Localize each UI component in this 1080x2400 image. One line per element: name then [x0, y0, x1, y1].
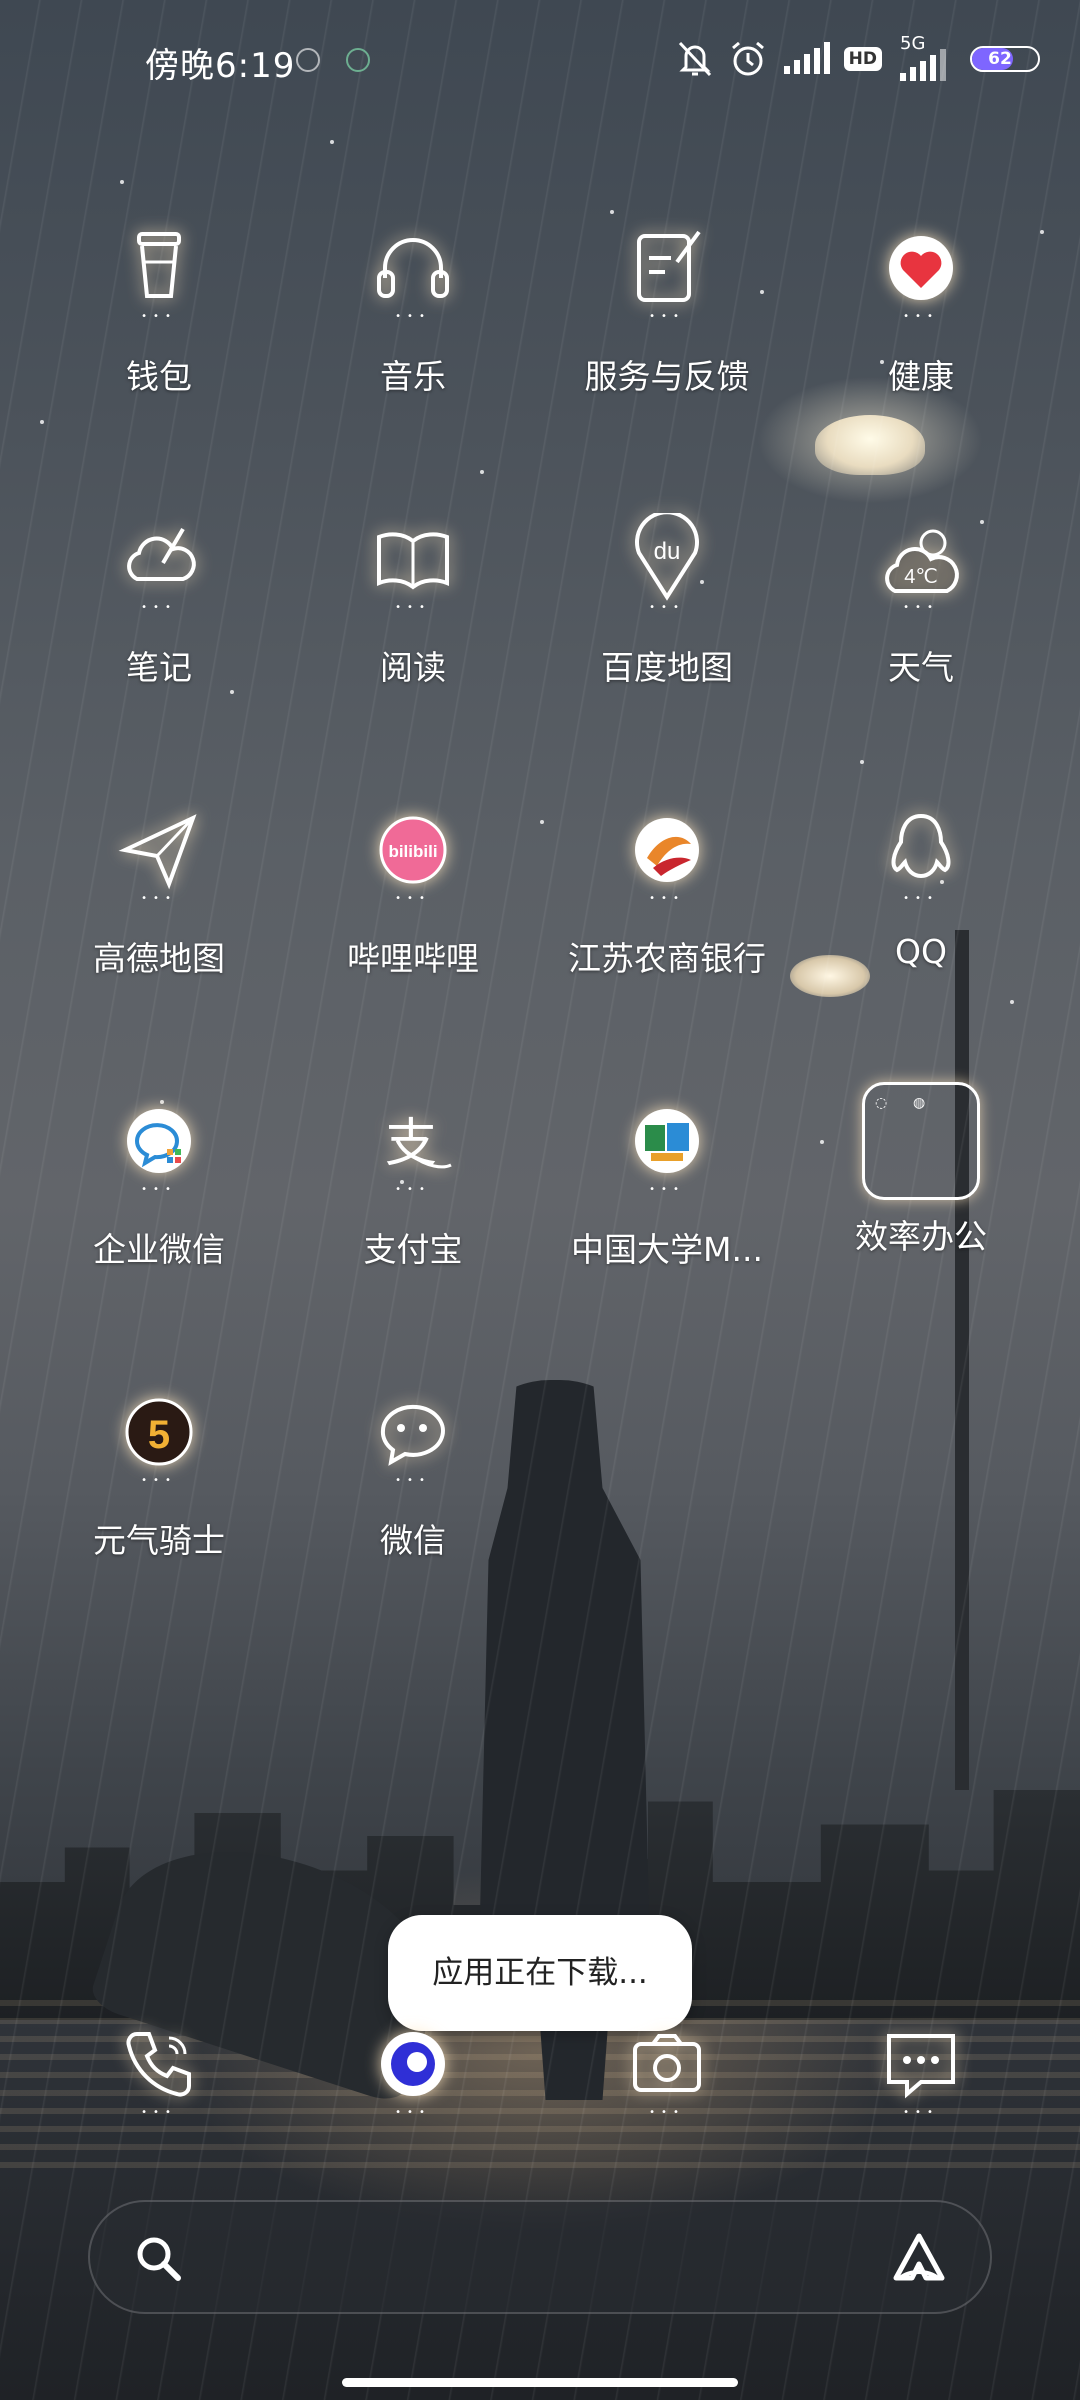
app-health[interactable]: ••• 健康	[794, 222, 1048, 398]
soul-knight-icon: 5	[113, 1386, 205, 1478]
headphones-icon	[367, 222, 459, 314]
app-wechat[interactable]: ••• 微信	[286, 1386, 540, 1562]
app-wecom[interactable]: ••• 企业微信	[32, 1095, 286, 1271]
app-notification-icon	[296, 48, 320, 72]
status-time: 傍晚6:19	[145, 46, 296, 86]
app-label: 健康	[888, 357, 954, 396]
app-label: 江苏农商银行	[568, 939, 766, 978]
folder-mini-app-icon-2: ◍	[913, 1095, 926, 1111]
dock-camera[interactable]: •••	[540, 2018, 794, 2120]
app-wallet[interactable]: ••• 钱包	[32, 222, 286, 398]
app-label: 高德地图	[93, 939, 225, 978]
mute-bell-icon	[676, 39, 714, 79]
app-notes[interactable]: ••• 笔记	[32, 513, 286, 689]
app-label: 天气	[888, 648, 954, 687]
phone-icon	[113, 2018, 205, 2110]
wechat-icon	[367, 1386, 459, 1478]
notes-cloud-icon	[113, 513, 205, 605]
bilibili-icon: bilibili	[367, 804, 459, 896]
dock-messages[interactable]: •••	[794, 2018, 1048, 2120]
folder-icon: ◌ ◍	[862, 1082, 980, 1200]
weather-icon: 4℃	[875, 513, 967, 605]
feedback-icon	[621, 222, 713, 314]
app-label: 支付宝	[363, 1230, 463, 1269]
app-label: 元气骑士	[93, 1521, 225, 1560]
app-label: 服务与反馈	[584, 357, 750, 396]
app-label: 企业微信	[93, 1230, 225, 1269]
battery-icon: 62	[970, 46, 1040, 72]
browser-icon	[367, 2018, 459, 2110]
camera-icon	[621, 2018, 713, 2110]
dock-phone[interactable]: •••	[32, 2018, 286, 2120]
app-weather[interactable]: 4℃ ••• 天气	[794, 513, 1048, 689]
bank-icon	[621, 804, 713, 896]
app-label: 笔记	[126, 648, 192, 687]
app-music[interactable]: ••• 音乐	[286, 222, 540, 398]
alipay-icon: 支	[367, 1095, 459, 1187]
app-jiangsu-bank[interactable]: ••• 江苏农商银行	[540, 804, 794, 980]
signal-icon	[782, 42, 830, 76]
app-label: 哔哩哔哩	[347, 939, 479, 978]
search-icon[interactable]	[132, 2232, 184, 2288]
mooc-icon	[621, 1095, 713, 1187]
paper-plane-icon	[113, 804, 205, 896]
book-icon	[367, 513, 459, 605]
baidu-badge: du	[654, 538, 681, 565]
app-amap[interactable]: ••• 高德地图	[32, 804, 286, 980]
wecom-icon	[113, 1095, 205, 1187]
home-indicator[interactable]	[342, 2378, 738, 2387]
download-toast: 应用正在下载...	[388, 1915, 692, 2031]
app-notification-icon-2	[346, 48, 370, 72]
assistant-icon[interactable]	[890, 2230, 948, 2290]
app-label: 音乐	[380, 357, 446, 396]
app-alipay[interactable]: 支 ••• 支付宝	[286, 1095, 540, 1271]
search-bar[interactable]	[88, 2200, 992, 2314]
signal-5g-icon: 5G	[896, 33, 956, 81]
app-service-feedback[interactable]: ••• 服务与反馈	[540, 222, 794, 398]
app-label: 效率办公	[855, 1217, 987, 1256]
heart-icon	[875, 222, 967, 314]
baidu-map-pin-icon: du	[621, 510, 713, 605]
app-bilibili[interactable]: bilibili ••• 哔哩哔哩	[286, 804, 540, 980]
status-bar: 傍晚6:19 HD 5G 62	[0, 0, 1080, 120]
hd-icon: HD	[843, 47, 882, 71]
bilibili-badge: bilibili	[388, 842, 437, 861]
app-label: 百度地图	[601, 648, 733, 687]
app-qq[interactable]: ••• QQ	[794, 804, 1048, 971]
dock-browser[interactable]: •••	[286, 2018, 540, 2120]
app-label: 微信	[380, 1521, 446, 1560]
app-label: QQ	[895, 932, 947, 971]
app-folder-efficiency[interactable]: ◌ ◍ 效率办公	[794, 1082, 1048, 1258]
alarm-icon	[728, 39, 768, 79]
battery-level: 62	[988, 49, 1012, 69]
folder-mini-app-icon: ◌	[875, 1095, 888, 1111]
folder-frame: ◌ ◍	[862, 1082, 980, 1200]
app-label: 中国大学M...	[571, 1230, 763, 1269]
messages-icon	[875, 2018, 967, 2110]
app-baidu-map[interactable]: du ••• 百度地图	[540, 510, 794, 689]
app-soul-knight[interactable]: 5 ••• 元气骑士	[32, 1386, 286, 1562]
soul-knight-badge: 5	[148, 1413, 170, 1457]
penguin-icon	[875, 804, 967, 896]
app-label: 钱包	[126, 357, 192, 396]
weather-badge: 4℃	[904, 566, 938, 588]
app-label: 阅读	[380, 648, 446, 687]
app-reading[interactable]: ••• 阅读	[286, 513, 540, 689]
wallet-cup-icon	[113, 222, 205, 314]
app-mooc[interactable]: ••• 中国大学M...	[540, 1095, 794, 1271]
